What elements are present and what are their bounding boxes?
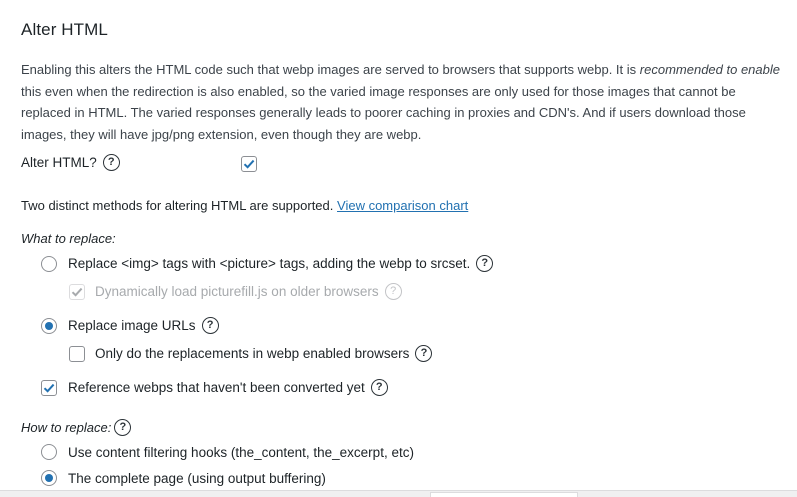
- hooks-option-row[interactable]: Use content filtering hooks (the_content…: [41, 444, 414, 460]
- only-webp-help-icon[interactable]: ?: [415, 345, 433, 362]
- complete-page-option-row[interactable]: The complete page (using output bufferin…: [41, 470, 326, 486]
- description-text-2: this even when the redirection is also e…: [21, 83, 746, 142]
- radio-selected-dot: [45, 321, 53, 330]
- picturefill-row: Dynamically load picturefill.js on older…: [69, 283, 402, 300]
- urls-option-row[interactable]: Replace image URLs ?: [41, 317, 219, 334]
- picture-option-row[interactable]: Replace <img> tags with <picture> tags, …: [41, 255, 494, 272]
- checkmark-icon: [71, 287, 83, 297]
- reference-unconverted-help-icon[interactable]: ?: [370, 379, 388, 396]
- view-comparison-chart-link[interactable]: View comparison chart: [337, 198, 468, 213]
- complete-page-option-label: The complete page (using output bufferin…: [68, 470, 326, 486]
- how-to-replace-help-icon[interactable]: ?: [114, 419, 132, 436]
- only-webp-checkbox[interactable]: [69, 345, 85, 362]
- section-title: Alter HTML: [21, 20, 108, 39]
- alter-html-help-icon[interactable]: ?: [102, 154, 120, 171]
- reference-unconverted-checkbox[interactable]: [41, 379, 57, 396]
- urls-option-radio[interactable]: [41, 317, 57, 334]
- checkmark-icon: [243, 159, 255, 169]
- picture-option-radio[interactable]: [41, 255, 57, 272]
- picturefill-label: Dynamically load picturefill.js on older…: [95, 284, 379, 299]
- description-emphasis: recommended to enable: [639, 62, 780, 77]
- radio-selected-dot: [45, 474, 53, 482]
- methods-text-row: Two distinct methods for altering HTML a…: [21, 198, 468, 213]
- alter-html-label: Alter HTML?: [21, 155, 97, 170]
- methods-text: Two distinct methods for altering HTML a…: [21, 198, 334, 213]
- how-to-replace-heading-row: How to replace: ?: [21, 419, 132, 436]
- reference-unconverted-label: Reference webps that haven't been conver…: [68, 380, 365, 395]
- picture-option-help-icon[interactable]: ?: [476, 255, 494, 272]
- complete-page-option-radio[interactable]: [41, 470, 57, 486]
- picture-option-label: Replace <img> tags with <picture> tags, …: [68, 256, 471, 271]
- picturefill-checkbox: [69, 283, 85, 300]
- alter-html-checkbox[interactable]: [241, 156, 257, 172]
- only-webp-row[interactable]: Only do the replacements in webp enabled…: [69, 345, 433, 362]
- how-to-replace-heading: How to replace:: [21, 420, 112, 435]
- urls-option-label: Replace image URLs: [68, 318, 196, 333]
- hooks-option-label: Use content filtering hooks (the_content…: [68, 444, 414, 460]
- picturefill-help-icon: ?: [384, 283, 402, 300]
- bottom-bar: [0, 490, 797, 497]
- hooks-option-radio[interactable]: [41, 444, 57, 460]
- reference-unconverted-row[interactable]: Reference webps that haven't been conver…: [41, 379, 388, 396]
- alter-html-label-row: Alter HTML? ?: [21, 154, 120, 171]
- urls-option-help-icon[interactable]: ?: [201, 317, 219, 334]
- alter-html-checkbox-wrap: [241, 156, 257, 172]
- description-text-1: Enabling this alters the HTML code such …: [21, 62, 640, 77]
- bottom-tab: [430, 492, 578, 497]
- what-to-replace-heading: What to replace:: [21, 231, 116, 246]
- only-webp-label: Only do the replacements in webp enabled…: [95, 346, 410, 361]
- section-description: Enabling this alters the HTML code such …: [21, 59, 781, 145]
- checkmark-icon: [43, 383, 55, 393]
- settings-panel: Alter HTML Enabling this alters the HTML…: [0, 0, 797, 490]
